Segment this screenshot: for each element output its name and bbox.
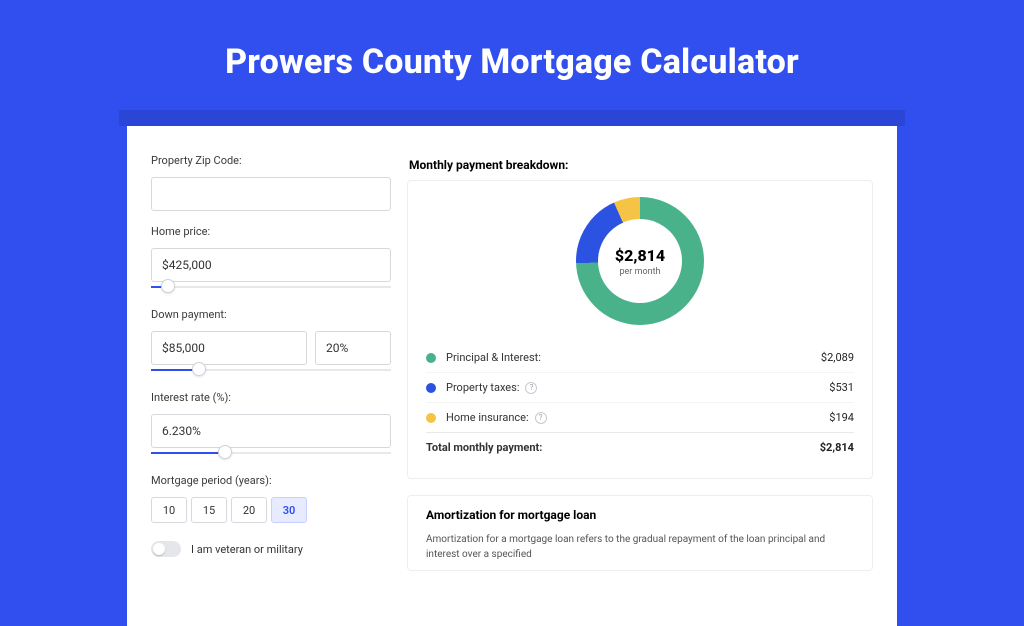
donut-chart: $2,814 per month bbox=[576, 197, 704, 325]
info-icon[interactable]: ? bbox=[535, 412, 547, 424]
info-icon[interactable]: ? bbox=[525, 382, 537, 394]
total-row: Total monthly payment: $2,814 bbox=[426, 432, 854, 462]
rate-slider[interactable] bbox=[151, 446, 391, 460]
veteran-toggle[interactable] bbox=[151, 541, 181, 557]
period-option-20[interactable]: 20 bbox=[231, 497, 267, 523]
row-label: Principal & Interest: bbox=[446, 351, 541, 364]
toggle-knob-icon bbox=[153, 543, 165, 555]
veteran-row: I am veteran or military bbox=[151, 541, 407, 557]
amortization-text: Amortization for a mortgage loan refers … bbox=[426, 532, 854, 562]
down-slider[interactable] bbox=[151, 363, 391, 377]
down-label: Down payment: bbox=[151, 308, 407, 321]
breakdown-box: $2,814 per month Principal & Interest: $2… bbox=[407, 180, 873, 479]
page-title: Prowers County Mortgage Calculator bbox=[0, 0, 1024, 110]
price-group: Home price: bbox=[151, 225, 407, 294]
period-option-10[interactable]: 10 bbox=[151, 497, 187, 523]
breakdown-row: Principal & Interest: $2,089 bbox=[426, 343, 854, 372]
legend-dot-icon bbox=[426, 413, 436, 423]
row-value: $531 bbox=[829, 381, 854, 394]
amortization-title: Amortization for mortgage loan bbox=[426, 508, 854, 522]
down-percent-input[interactable] bbox=[315, 331, 391, 365]
zip-group: Property Zip Code: bbox=[151, 154, 407, 211]
down-group: Down payment: bbox=[151, 308, 407, 377]
legend-dot-icon bbox=[426, 383, 436, 393]
down-amount-input[interactable] bbox=[151, 331, 307, 365]
total-label: Total monthly payment: bbox=[426, 441, 542, 454]
period-buttons: 10152030 bbox=[151, 497, 407, 523]
period-option-15[interactable]: 15 bbox=[191, 497, 227, 523]
zip-input[interactable] bbox=[151, 177, 391, 211]
slider-thumb-icon[interactable] bbox=[192, 362, 206, 376]
row-label: Property taxes:? bbox=[446, 381, 537, 394]
rate-input[interactable] bbox=[151, 414, 391, 448]
period-label: Mortgage period (years): bbox=[151, 474, 407, 487]
breakdown-title: Monthly payment breakdown: bbox=[409, 158, 873, 172]
zip-label: Property Zip Code: bbox=[151, 154, 407, 167]
legend-dot-icon bbox=[426, 353, 436, 363]
price-slider[interactable] bbox=[151, 280, 391, 294]
breakdown-row: Property taxes:? $531 bbox=[426, 372, 854, 402]
rate-group: Interest rate (%): bbox=[151, 391, 407, 460]
slider-thumb-icon[interactable] bbox=[161, 279, 175, 293]
period-option-30[interactable]: 30 bbox=[271, 497, 307, 523]
calculator-card: Property Zip Code: Home price: Down paym… bbox=[127, 126, 897, 626]
breakdown-rows: Principal & Interest: $2,089 Property taxe… bbox=[426, 343, 854, 432]
donut-sub: per month bbox=[619, 267, 660, 277]
price-label: Home price: bbox=[151, 225, 407, 238]
rate-label: Interest rate (%): bbox=[151, 391, 407, 404]
amortization-box: Amortization for mortgage loan Amortizat… bbox=[407, 495, 873, 571]
donut-amount: $2,814 bbox=[615, 246, 665, 265]
period-group: Mortgage period (years): 10152030 bbox=[151, 474, 407, 523]
results-column: Monthly payment breakdown: $2,814 per mo… bbox=[407, 154, 897, 571]
donut-center: $2,814 per month bbox=[598, 219, 682, 303]
slider-thumb-icon[interactable] bbox=[218, 445, 232, 459]
price-input[interactable] bbox=[151, 248, 391, 282]
row-label: Home insurance:? bbox=[446, 411, 547, 424]
card-shadow-strip bbox=[119, 110, 905, 126]
row-value: $194 bbox=[829, 411, 854, 424]
total-value: $2,814 bbox=[820, 441, 854, 454]
veteran-label: I am veteran or military bbox=[191, 543, 303, 556]
row-value: $2,089 bbox=[821, 351, 854, 364]
breakdown-row: Home insurance:? $194 bbox=[426, 402, 854, 432]
inputs-column: Property Zip Code: Home price: Down paym… bbox=[127, 154, 407, 571]
